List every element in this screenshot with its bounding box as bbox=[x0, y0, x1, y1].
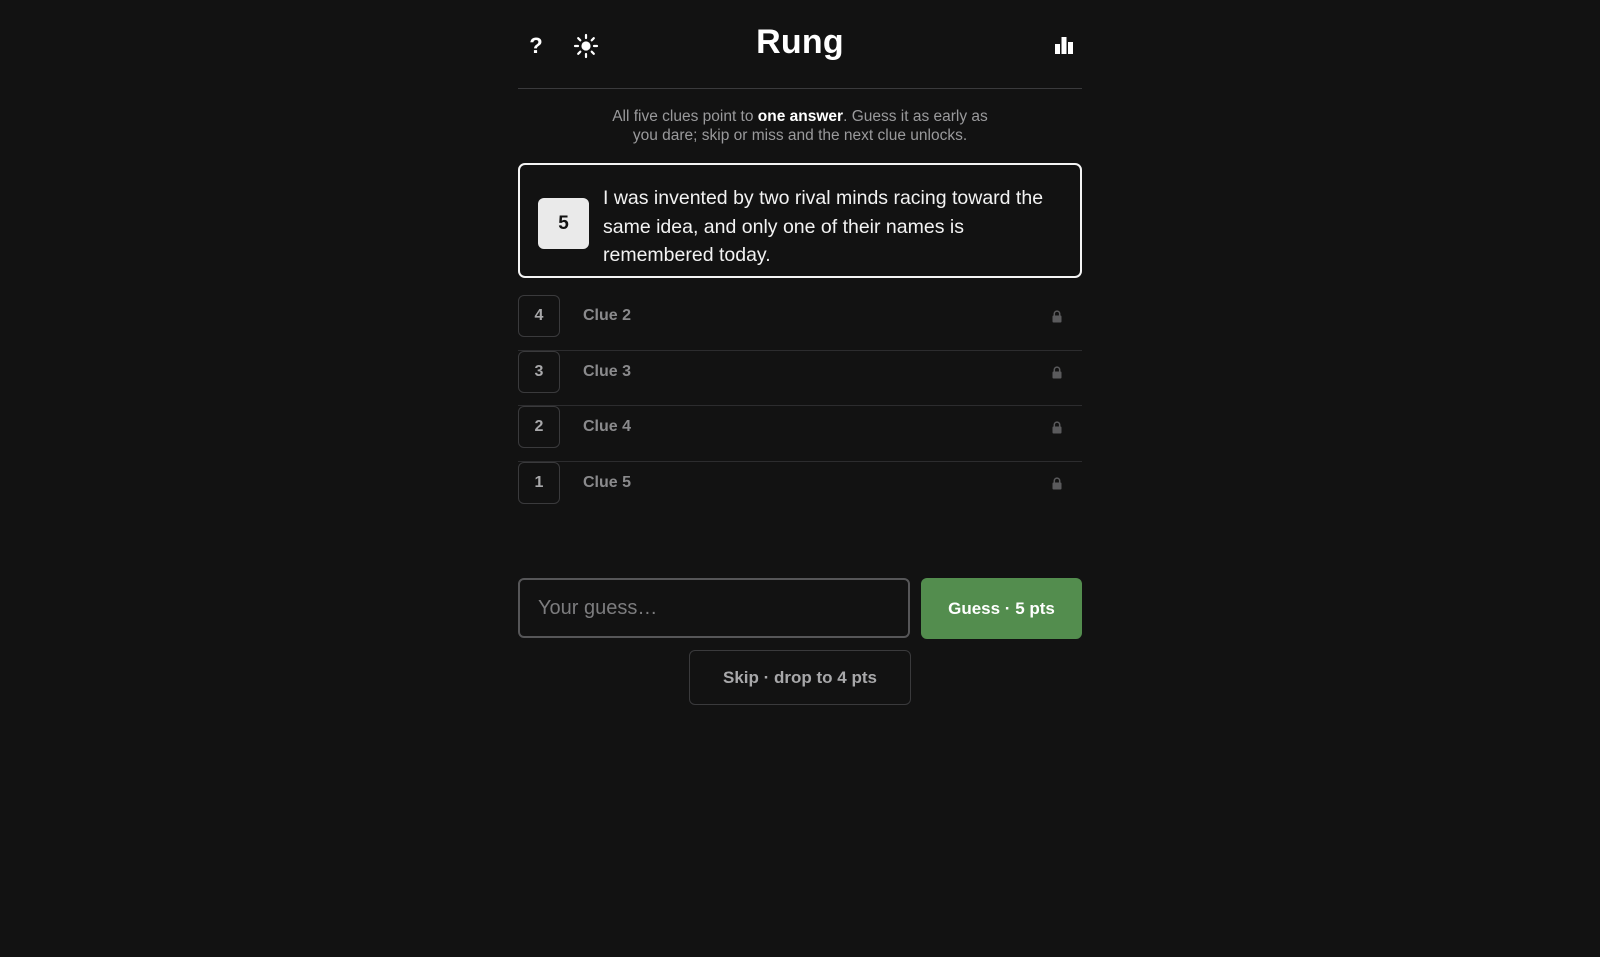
guess-form: Guess · 5 pts bbox=[518, 578, 1082, 640]
guess-input[interactable] bbox=[518, 578, 910, 638]
clue-label: Clue 3 bbox=[583, 362, 632, 380]
locked-clue-list: 4 Clue 2 3 Clue 3 2 Clue 4 1 Clue 5 bbox=[518, 295, 1082, 517]
locked-clue-row: 4 Clue 2 bbox=[518, 295, 1082, 351]
clue-label: Clue 4 bbox=[583, 418, 632, 435]
clue-points-badge: 1 bbox=[518, 461, 560, 504]
header: ? Rung bbox=[518, 0, 1082, 89]
skip-button[interactable]: Skip · drop to 4 pts bbox=[689, 650, 911, 705]
intro-text: All five clues point to one answer. Gues… bbox=[600, 107, 1000, 145]
clue-label: Clue 5 bbox=[583, 473, 632, 491]
lock-icon bbox=[1052, 365, 1062, 378]
bar-chart-icon bbox=[1055, 37, 1073, 54]
intro-prefix: All five clues point to bbox=[612, 108, 758, 125]
intro-emphasis: one answer bbox=[757, 108, 844, 125]
lock-icon bbox=[1052, 476, 1062, 489]
lock-icon bbox=[1052, 310, 1062, 323]
clue-label: Clue 2 bbox=[583, 307, 632, 324]
locked-clue-row: 2 Clue 4 bbox=[518, 406, 1082, 462]
active-clue-points-badge: 5 bbox=[538, 198, 589, 249]
locked-clue-row: 1 Clue 5 bbox=[518, 461, 1082, 518]
page-title: Rung bbox=[756, 23, 844, 61]
stats-button[interactable] bbox=[1046, 28, 1082, 64]
clue-points-badge: 4 bbox=[518, 295, 560, 337]
clue-points-badge: 3 bbox=[518, 350, 560, 393]
lock-icon bbox=[1052, 421, 1062, 434]
active-clue-text: I was invented by two rival minds racing… bbox=[603, 187, 1044, 266]
active-clue-card: 5 I was invented by two rival minds raci… bbox=[518, 163, 1082, 278]
guess-button[interactable]: Guess · 5 pts bbox=[921, 578, 1082, 639]
locked-clue-row: 3 Clue 3 bbox=[518, 350, 1082, 406]
clue-points-badge: 2 bbox=[518, 406, 560, 448]
app-container: ? Rung All five clues point to one answe… bbox=[518, 0, 1082, 957]
